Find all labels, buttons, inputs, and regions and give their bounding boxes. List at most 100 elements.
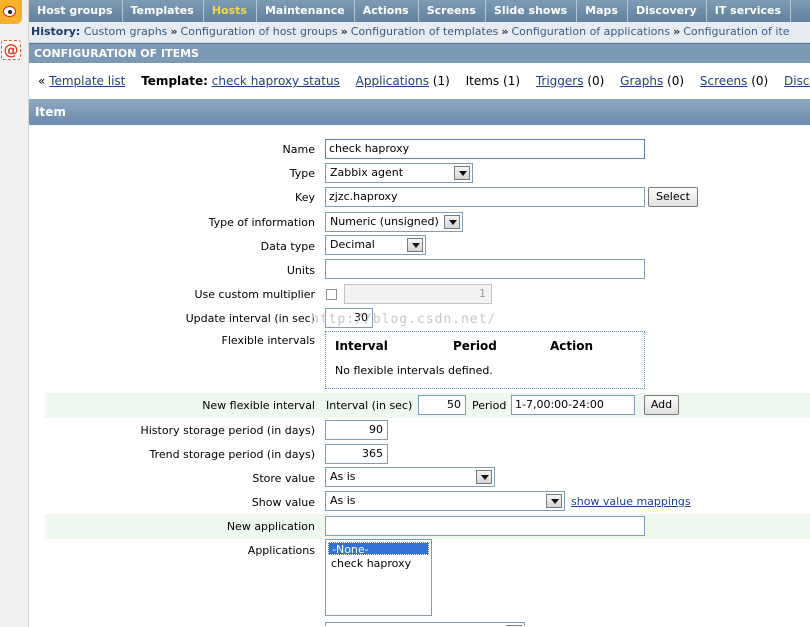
row-units: Units: [45, 259, 810, 283]
show-value-mappings-link[interactable]: show value mappings: [571, 495, 691, 508]
store-value-select[interactable]: As is: [325, 467, 495, 487]
chevron-down-icon: [546, 494, 562, 508]
menu-slide-shows[interactable]: Slide shows: [486, 0, 578, 22]
row-store-value: Store value As is: [45, 467, 810, 491]
name-label: Name: [282, 143, 315, 156]
row-next-partial: [45, 620, 810, 626]
history-item-templates[interactable]: Configuration of templates: [351, 25, 499, 38]
page-title: CONFIGURATION OF ITEMS: [29, 43, 810, 63]
back-arrow: «: [38, 74, 46, 88]
row-applications: Applications -None- check haproxy: [45, 539, 810, 619]
menu-discovery[interactable]: Discovery: [628, 0, 707, 22]
new-flex-interval-input[interactable]: 50: [418, 395, 466, 415]
row-history-storage: History storage period (in days) 90: [45, 419, 810, 443]
units-label: Units: [286, 264, 315, 277]
data-type-select[interactable]: Decimal: [325, 235, 426, 255]
triggers-link[interactable]: Triggers: [536, 74, 584, 88]
watermark: http://blog.csdn.net/: [311, 312, 497, 327]
applications-listbox[interactable]: -None- check haproxy: [325, 539, 432, 616]
chevron-down-icon: [407, 238, 423, 252]
new-application-input[interactable]: [325, 516, 645, 536]
history-item-custom-graphs[interactable]: Custom graphs: [84, 25, 168, 38]
menu-templates[interactable]: Templates: [123, 0, 204, 22]
row-custom-multiplier: Use custom multiplier 1: [45, 283, 810, 307]
menu-maps[interactable]: Maps: [577, 0, 628, 22]
screens-link[interactable]: Screens: [700, 74, 748, 88]
menu-host-groups[interactable]: Host groups: [29, 0, 123, 22]
flex-col-action: Action: [550, 339, 594, 353]
flexible-intervals-label: Flexible intervals: [221, 334, 316, 347]
applications-link[interactable]: Applications: [356, 74, 429, 88]
chevron-down-icon: [476, 470, 492, 484]
mail-icon[interactable]: @: [1, 40, 21, 60]
flex-col-interval: Interval: [335, 339, 388, 353]
show-value-value: As is: [330, 494, 356, 507]
chevron-down-icon: [454, 166, 470, 180]
menu-actions[interactable]: Actions: [355, 0, 419, 22]
applications-option-check-haproxy[interactable]: check haproxy: [328, 557, 429, 570]
row-name: Name check haproxy: [45, 138, 810, 162]
show-value-select[interactable]: As is: [325, 491, 565, 511]
new-flexible-interval-label: New flexible interval: [202, 399, 315, 412]
new-flex-period-label: Period: [472, 399, 507, 412]
flex-col-period: Period: [453, 339, 497, 353]
new-flex-period-input[interactable]: 1-7,00:00-24:00: [511, 395, 635, 415]
breadcrumb-separator: »: [170, 25, 178, 38]
history-item-host-groups[interactable]: Configuration of host groups: [181, 25, 338, 38]
screens-count: (0): [751, 74, 769, 88]
data-type-value: Decimal: [330, 238, 375, 251]
graphs-count: (0): [667, 74, 685, 88]
history-item-applications[interactable]: Configuration of applications: [511, 25, 670, 38]
units-input[interactable]: [325, 259, 645, 279]
key-input[interactable]: zjzc.haproxy: [325, 187, 645, 207]
type-of-information-value: Numeric (unsigned): [330, 215, 439, 228]
item-section-header: Item: [29, 99, 810, 125]
custom-multiplier-label: Use custom multiplier: [194, 288, 315, 301]
template-name-link[interactable]: check haproxy status: [212, 74, 340, 88]
graphs-link[interactable]: Graphs: [620, 74, 663, 88]
row-type: Type Zabbix agent: [45, 162, 810, 186]
row-key: Key zjzc.haproxy Select: [45, 186, 810, 210]
type-of-information-select[interactable]: Numeric (unsigned): [325, 212, 463, 232]
applications-option-none[interactable]: -None-: [328, 542, 429, 556]
type-of-information-label: Type of information: [208, 216, 315, 229]
zabbix-page: Host groups Templates Hosts Maintenance Acti…: [29, 0, 810, 627]
type-label: Type: [289, 167, 315, 180]
update-interval-label: Update interval (in sec): [185, 312, 315, 325]
menu-hosts[interactable]: Hosts: [204, 0, 257, 22]
breadcrumb-separator: »: [501, 25, 509, 38]
flex-empty-message: No flexible intervals defined.: [335, 364, 493, 377]
store-value-value: As is: [330, 470, 356, 483]
partial-select[interactable]: [325, 622, 525, 626]
show-value-label: Show value: [251, 496, 315, 509]
top-menu: Host groups Templates Hosts Maintenance Acti…: [29, 0, 810, 22]
row-type-of-information: Type of information Numeric (unsigned): [45, 211, 810, 235]
triggers-count: (0): [587, 74, 605, 88]
menu-it-services[interactable]: IT services: [707, 0, 792, 22]
history-storage-label: History storage period (in days): [140, 424, 315, 437]
flexible-intervals-table: Interval Period Action No flexible inter…: [325, 331, 645, 389]
custom-multiplier-checkbox[interactable]: [326, 289, 337, 300]
menu-screens[interactable]: Screens: [419, 0, 486, 22]
add-flex-interval-button[interactable]: Add: [644, 395, 679, 415]
history-item-items[interactable]: Configuration of ite: [683, 25, 789, 38]
discovery-link[interactable]: Discovery: [784, 74, 810, 88]
row-data-type: Data type Decimal: [45, 235, 810, 259]
type-select[interactable]: Zabbix agent: [325, 163, 473, 183]
weibo-icon[interactable]: [0, 0, 22, 24]
template-label: Template:: [141, 74, 208, 88]
type-select-value: Zabbix agent: [330, 166, 404, 179]
new-flex-interval-label: Interval (in sec): [326, 399, 413, 412]
name-input[interactable]: check haproxy: [325, 139, 645, 159]
history-breadcrumb: History: Custom graphs» Configuration of …: [29, 22, 810, 43]
row-new-flexible-interval: New flexible interval Interval (in sec) …: [45, 393, 810, 418]
custom-multiplier-input: 1: [344, 284, 492, 304]
menu-maintenance[interactable]: Maintenance: [257, 0, 355, 22]
applications-label: Applications: [247, 544, 315, 557]
browser-side-strip: @: [0, 0, 29, 627]
history-storage-input[interactable]: 90: [325, 420, 388, 440]
trend-storage-input[interactable]: 365: [325, 444, 388, 464]
select-key-button[interactable]: Select: [648, 187, 698, 207]
breadcrumb-separator: »: [340, 25, 348, 38]
template-list-link[interactable]: Template list: [49, 74, 125, 88]
